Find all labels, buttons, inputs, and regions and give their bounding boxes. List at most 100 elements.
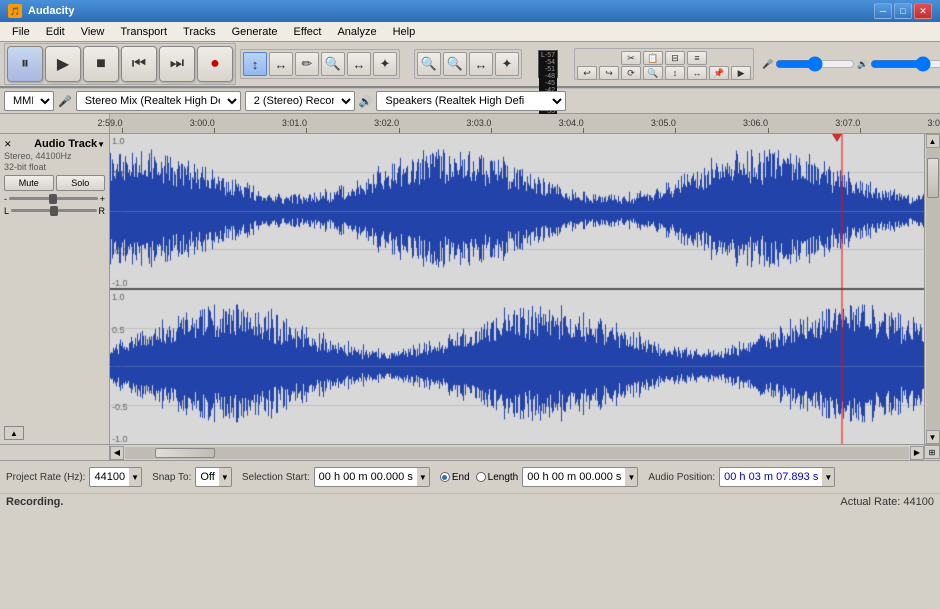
- track-header: ✕ Audio Track ▼ Stereo, 44100Hz 32-bit f…: [0, 134, 110, 444]
- vscroll-down-button[interactable]: ▼: [926, 430, 940, 444]
- pause-button[interactable]: ⏸: [7, 46, 43, 82]
- gain-slider-thumb[interactable]: [49, 194, 57, 204]
- selection-start-dropdown[interactable]: ▼: [417, 468, 429, 486]
- pinned-tool[interactable]: 📌: [709, 66, 729, 80]
- app-icon: 🎵: [8, 4, 22, 18]
- cut-tool[interactable]: ✂: [621, 51, 641, 65]
- timeline-ruler: 2:59.03:00.03:01.03:02.03:03.03:04.03:05…: [0, 114, 940, 134]
- snap-to-dropdown[interactable]: ▼: [219, 468, 231, 486]
- menu-effect[interactable]: Effect: [286, 24, 330, 40]
- undo-tool[interactable]: ↩: [577, 66, 597, 80]
- waveform-canvas[interactable]: [110, 134, 924, 444]
- end-value: 00 h 00 m 00.000 s: [523, 471, 625, 483]
- trim-tool[interactable]: ⊟: [665, 51, 685, 65]
- hscroll-thumb[interactable]: [155, 448, 215, 458]
- pan-slider-container: [11, 206, 96, 216]
- stop-button[interactable]: ■: [83, 46, 119, 82]
- output-device-select[interactable]: Speakers (Realtek High Defi: [376, 91, 566, 111]
- end-value-dropdown[interactable]: ▼: [625, 468, 637, 486]
- maximize-button[interactable]: □: [894, 3, 912, 19]
- menu-transport[interactable]: Transport: [112, 24, 175, 40]
- paste-tool[interactable]: 📋: [643, 51, 663, 65]
- multitool[interactable]: ✦: [373, 52, 397, 76]
- record-button[interactable]: ●: [197, 46, 233, 82]
- sync-tool[interactable]: ⟳: [621, 66, 641, 80]
- snap-to-value: Off: [196, 471, 218, 483]
- mic-device-icon: 🎤: [58, 95, 72, 108]
- project-rate-dropdown[interactable]: ▼: [129, 468, 141, 486]
- waveform-panel: [110, 134, 924, 444]
- length-radio-option[interactable]: Length: [476, 472, 519, 483]
- menu-help[interactable]: Help: [385, 24, 424, 40]
- play-button[interactable]: ▶: [45, 46, 81, 82]
- api-select[interactable]: MME: [4, 91, 54, 111]
- hscroll-right-button[interactable]: ▶: [910, 446, 924, 460]
- selection-tool2[interactable]: ✦: [495, 52, 519, 76]
- ruler-mark-2: 3:01.0: [294, 118, 319, 133]
- snap-to-label: Snap To:: [152, 472, 191, 483]
- track-name-button[interactable]: Audio Track ▼: [34, 138, 105, 150]
- silence-tool[interactable]: ≡: [687, 51, 707, 65]
- redo-tool[interactable]: ↪: [599, 66, 619, 80]
- fit-tool[interactable]: ↔: [469, 52, 493, 76]
- zoom-in-tool[interactable]: 🔍: [417, 52, 441, 76]
- draw-tool[interactable]: ✏: [295, 52, 319, 76]
- ruler-mark-7: 3:06.0: [756, 118, 781, 133]
- status-row2: Recording. Actual Rate: 44100: [0, 493, 940, 510]
- input-device-select[interactable]: Stereo Mix (Realtek High De: [76, 91, 241, 111]
- output-volume-slider[interactable]: [870, 59, 940, 69]
- mute-button[interactable]: Mute: [4, 175, 54, 191]
- envelope-tool[interactable]: ↔: [269, 52, 293, 76]
- selection-tool[interactable]: ↕: [243, 52, 267, 76]
- menu-file[interactable]: File: [4, 24, 38, 40]
- track-mute-solo-controls: Mute Solo: [4, 175, 105, 191]
- gain-minus-label: -: [4, 194, 7, 204]
- audio-position-dropdown[interactable]: ▼: [822, 468, 834, 486]
- edit-tools-row2: ↩ ↪ ⟳ 🔍 ↕ ↔ 📌 ▶: [577, 66, 751, 80]
- vscroll-thumb[interactable]: [927, 158, 939, 198]
- audio-position-field: Audio Position: 00 h 03 m 07.893 s ▼: [648, 467, 835, 487]
- hscroll-resize-handle[interactable]: ⊞: [924, 445, 940, 459]
- hscroll-left-button[interactable]: ◀: [110, 446, 124, 460]
- ruler-mark-3: 3:02.0: [387, 118, 412, 133]
- selection-start-value: 00 h 00 m 00.000 s: [315, 471, 417, 483]
- hscroll-spacer: [0, 445, 110, 460]
- project-rate-control: 44100 ▼: [89, 467, 142, 487]
- gain-slider-container: [9, 194, 98, 204]
- skip-end-button[interactable]: ⏭: [159, 46, 195, 82]
- fit-h-tool[interactable]: ↔: [687, 66, 707, 80]
- minimize-button[interactable]: ─: [874, 3, 892, 19]
- close-button[interactable]: ✕: [914, 3, 932, 19]
- input-channels-select[interactable]: 2 (Stereo) Recor: [245, 91, 355, 111]
- input-volume-slider[interactable]: [775, 59, 855, 69]
- track-close-btn[interactable]: ✕: [4, 139, 12, 150]
- menu-tracks[interactable]: Tracks: [175, 24, 224, 40]
- menu-generate[interactable]: Generate: [224, 24, 286, 40]
- ruler-mark-5: 3:04.0: [571, 118, 596, 133]
- tools-section: ↕ ↔ ✏ 🔍 ↔ ✦: [240, 49, 400, 79]
- end-radio-option[interactable]: End: [440, 472, 470, 483]
- fit-v-tool[interactable]: ↕: [665, 66, 685, 80]
- track-collapse-button[interactable]: ▲: [4, 426, 24, 440]
- volume-row: 🎤 🔊 🔊: [762, 59, 940, 70]
- zoom-out-tool[interactable]: 🔍: [443, 52, 467, 76]
- status-row1: Project Rate (Hz): 44100 ▼ Snap To: Off …: [0, 461, 940, 493]
- play-at-speed-tool[interactable]: ▶: [731, 66, 751, 80]
- transport-tools-row: ⏸ ▶ ■ ⏮ ⏭ ● ↕ ↔ ✏ 🔍 ↔ ✦ 🔍 🔍 ↔ ✦: [0, 42, 940, 86]
- zoom-tool[interactable]: 🔍: [321, 52, 345, 76]
- gain-row: - +: [4, 194, 105, 204]
- ruler-marks[interactable]: 2:59.03:00.03:01.03:02.03:03.03:04.03:05…: [110, 114, 940, 133]
- menu-edit[interactable]: Edit: [38, 24, 73, 40]
- track-header-top: ✕ Audio Track ▼: [4, 138, 105, 150]
- menu-view[interactable]: View: [73, 24, 113, 40]
- vscroll-up-button[interactable]: ▲: [926, 134, 940, 148]
- skip-start-button[interactable]: ⏮: [121, 46, 157, 82]
- track-collapse-area: ▲: [4, 422, 105, 440]
- pan-slider-thumb[interactable]: [50, 206, 58, 216]
- device-bar: MME 🎤 Stereo Mix (Realtek High De 2 (Ste…: [0, 88, 940, 114]
- menu-analyze[interactable]: Analyze: [329, 24, 384, 40]
- zoom-sel-tool[interactable]: 🔍: [643, 66, 663, 80]
- timeshift-tool[interactable]: ↔: [347, 52, 371, 76]
- title-bar: 🎵 Audacity ─ □ ✕: [0, 0, 940, 22]
- solo-button[interactable]: Solo: [56, 175, 106, 191]
